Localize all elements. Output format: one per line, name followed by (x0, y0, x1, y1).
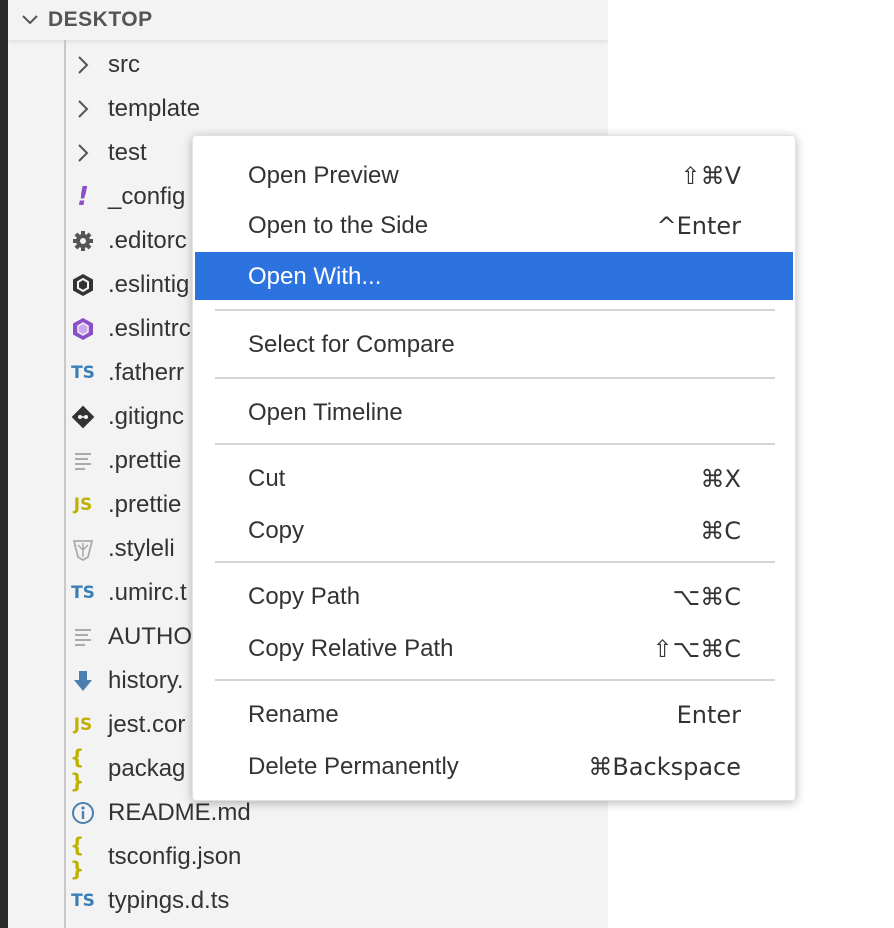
tree-item-label: test (108, 139, 147, 166)
menu-item-label: Select for Compare (248, 331, 455, 358)
menu-item-open-to-the-side[interactable]: Open to the Side ^Enter (195, 201, 793, 249)
section-title: DESKTOP (48, 8, 153, 31)
menu-item-label: Open to the Side (248, 212, 429, 239)
tree-item-label: jest.cor (108, 711, 186, 738)
menu-item-select-for-compare[interactable]: Select for Compare (195, 320, 793, 368)
menu-item-shortcut: ⌘C (700, 517, 741, 545)
tree-item-file[interactable]: TS typings.d.ts (8, 879, 608, 923)
menu-item-label: Copy Path (248, 583, 361, 610)
typescript-icon: TS (71, 891, 95, 911)
stylelint-icon (70, 537, 96, 561)
download-arrow-icon (70, 669, 96, 693)
tree-item-label: AUTHO (108, 623, 192, 650)
chevron-right-icon (70, 53, 96, 77)
menu-item-shortcut: Enter (676, 701, 741, 729)
tree-item-label: packag (108, 755, 186, 782)
json-icon: { } (70, 833, 85, 881)
tree-item-label: .prettie (108, 447, 182, 474)
context-menu: Open Preview ⇧⌘V Open to the Side ^Enter… (192, 135, 796, 801)
section-header-desktop[interactable]: DESKTOP (8, 0, 608, 40)
gear-icon (70, 229, 96, 253)
tree-item-label: tsconfig.json (108, 843, 242, 870)
text-lines-icon (70, 625, 96, 649)
eslint-icon (70, 273, 96, 297)
menu-item-label: Cut (248, 465, 286, 492)
typescript-icon: TS (71, 363, 95, 383)
menu-item-open-with[interactable]: Open With... (195, 252, 793, 300)
info-icon (70, 801, 96, 825)
chevron-right-icon (70, 141, 96, 165)
javascript-icon: JS (73, 495, 93, 515)
tree-item-label: .editorc (108, 227, 187, 254)
tree-item-label: README.md (108, 799, 251, 826)
menu-item-shortcut: ⌘X (700, 465, 741, 493)
menu-separator (215, 377, 775, 379)
menu-item-rename[interactable]: Rename Enter (195, 690, 793, 738)
tree-item-label: .styleli (108, 535, 175, 562)
menu-item-shortcut: ⇧⌥⌘C (652, 635, 741, 663)
menu-item-label: Open With... (248, 263, 382, 290)
menu-item-label: Open Timeline (248, 399, 403, 426)
eslint-purple-icon (70, 317, 96, 341)
menu-item-delete-permanently[interactable]: Delete Permanently ⌘Backspace (195, 742, 793, 790)
menu-item-open-timeline[interactable]: Open Timeline (195, 388, 793, 436)
tree-item-label: .eslintig (108, 271, 190, 298)
menu-separator (215, 679, 775, 681)
menu-item-label: Delete Permanently (248, 753, 459, 780)
tree-item-label: template (108, 95, 201, 122)
menu-item-label: Open Preview (248, 162, 399, 189)
git-icon (70, 405, 96, 429)
tree-item-label: _config (108, 183, 186, 210)
tree-item-label: history. (108, 667, 184, 694)
exclamation-icon: ! (77, 182, 89, 212)
text-lines-icon (70, 449, 96, 473)
menu-item-label: Copy Relative Path (248, 635, 454, 662)
menu-separator (215, 443, 775, 445)
tree-item-label: .gitignc (108, 403, 185, 430)
activity-bar-edge (0, 0, 8, 928)
tree-item-file[interactable]: { } tsconfig.json (8, 833, 608, 881)
menu-item-copy[interactable]: Copy ⌘C (195, 506, 793, 554)
javascript-icon: JS (73, 715, 93, 735)
menu-item-shortcut: ⇧⌘V (680, 162, 741, 190)
tree-item-label: .prettie (108, 491, 182, 518)
menu-item-copy-relative-path[interactable]: Copy Relative Path ⇧⌥⌘C (195, 624, 793, 672)
tree-item-label: src (108, 51, 140, 78)
tree-item-label: .umirc.t (108, 579, 187, 606)
menu-item-shortcut: ⌘Backspace (588, 753, 741, 781)
tree-item-label: .eslintrc (108, 315, 191, 342)
menu-separator (215, 561, 775, 563)
menu-item-shortcut: ⌥⌘C (672, 583, 741, 611)
chevron-down-icon (22, 15, 38, 25)
chevron-right-icon (70, 97, 96, 121)
menu-separator (215, 309, 775, 311)
typescript-icon: TS (71, 583, 95, 603)
menu-item-label: Rename (248, 701, 339, 728)
json-icon: { } (70, 745, 85, 793)
menu-item-cut[interactable]: Cut ⌘X (195, 454, 793, 502)
tree-item-label: typings.d.ts (108, 887, 230, 914)
tree-item-folder[interactable]: src (8, 43, 608, 87)
menu-item-open-preview[interactable]: Open Preview ⇧⌘V (195, 151, 793, 199)
tree-item-folder[interactable]: template (8, 87, 608, 131)
menu-item-copy-path[interactable]: Copy Path ⌥⌘C (195, 572, 793, 620)
tree-item-label: .fatherr (108, 359, 185, 386)
menu-item-label: Copy (248, 517, 305, 544)
menu-item-shortcut: ^Enter (656, 212, 741, 240)
